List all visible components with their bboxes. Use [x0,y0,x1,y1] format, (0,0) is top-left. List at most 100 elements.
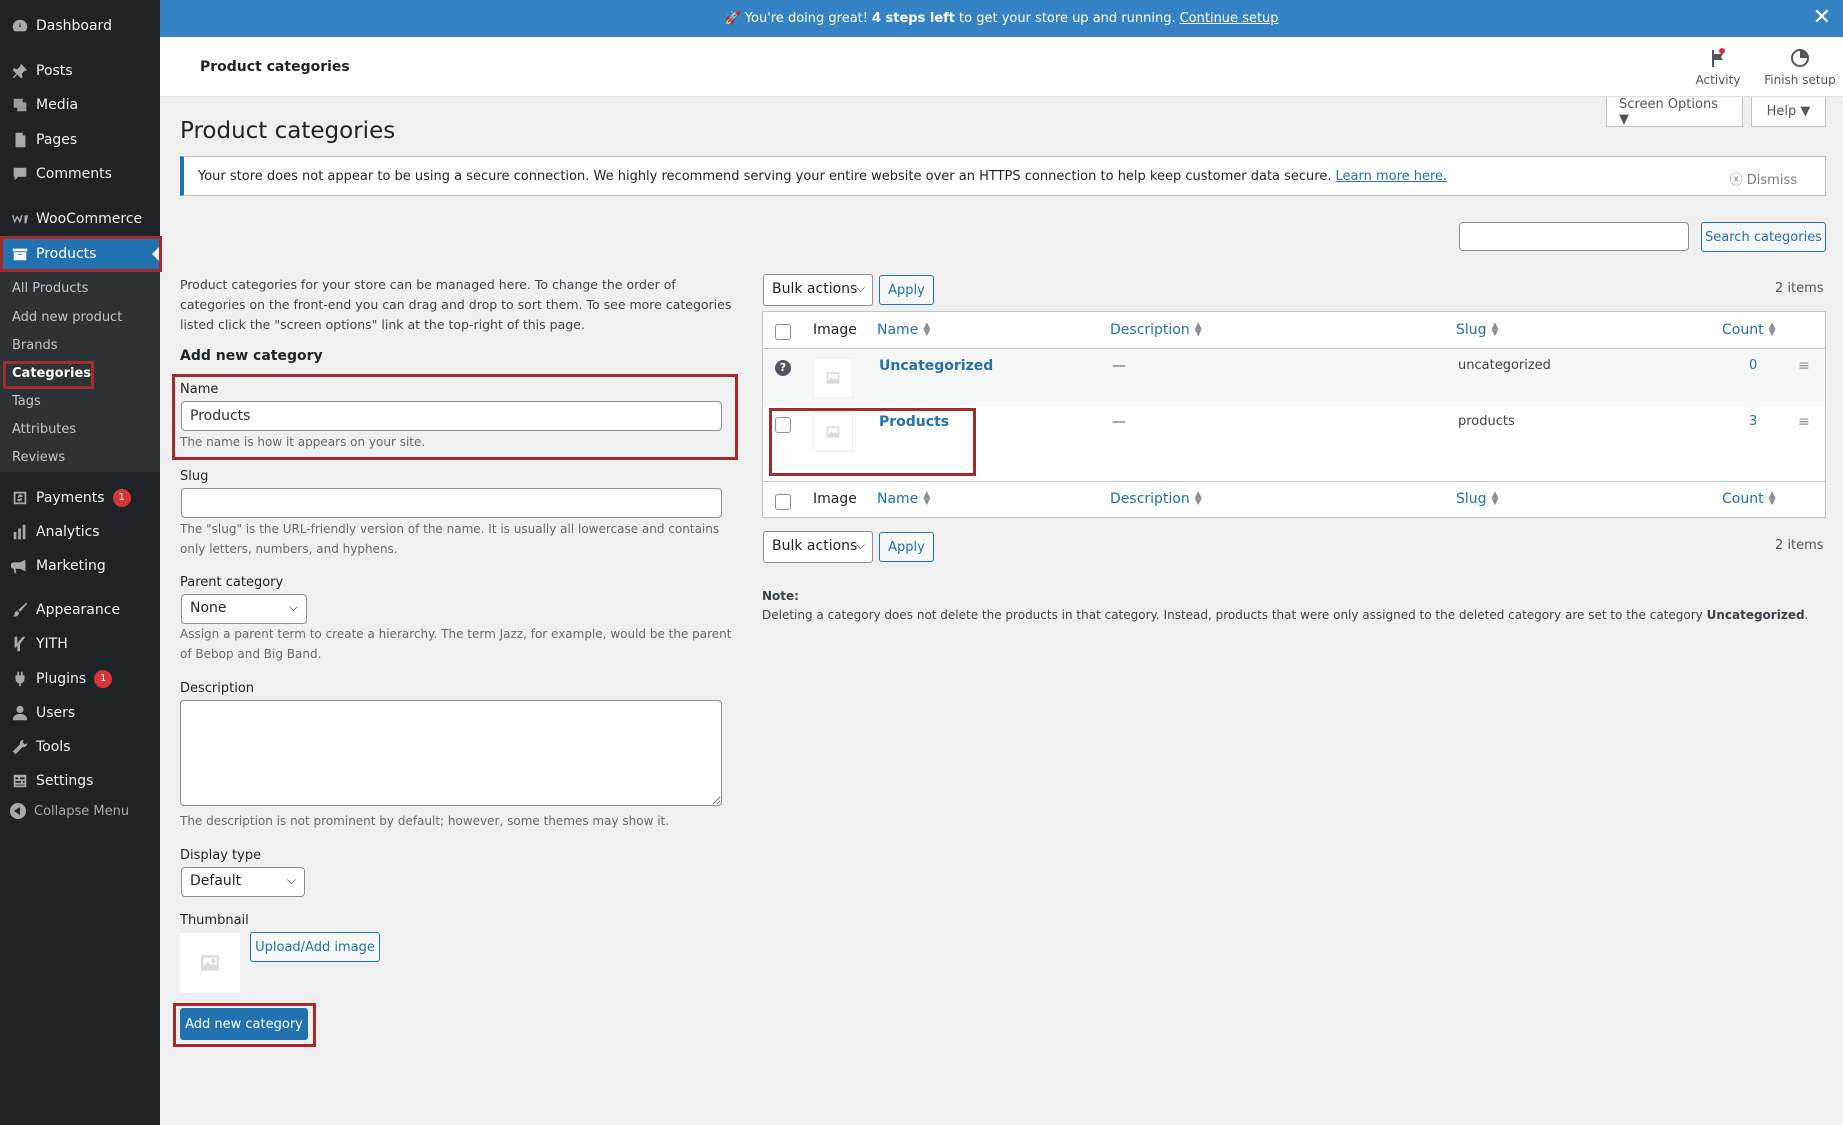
search-categories-button[interactable]: Search categories [1701,222,1826,252]
menu-yith[interactable]: YITH [0,627,160,661]
col-slug[interactable]: Slug ▲ ▼ [1456,321,1499,339]
menu-plugins[interactable]: Plugins 1 [0,662,160,696]
menu-label: Pages [36,132,78,148]
menu-dashboard[interactable]: Dashboard [0,9,160,43]
sort-icon: ▲ ▼ [923,321,931,338]
sort-icon: ▲ ▼ [1768,490,1776,507]
search-input[interactable] [1459,222,1689,251]
col-description[interactable]: Description ▲ ▼ [1110,322,1202,339]
table-header: Image Name ▲ ▼ Description ▲ ▼ Slug ▲ ▼ Count ▲… [763,312,1825,349]
description-label: Description [180,681,255,696]
menu-label: Marketing [36,558,106,574]
display-type-select[interactable]: Default ⌵ [181,867,305,897]
row-count-link[interactable]: 3 [1749,414,1757,429]
apply-button-bottom[interactable]: Apply [879,532,934,562]
slug-label: Slug [180,469,209,484]
row-checkbox[interactable] [775,417,791,433]
categories-table: Image Name ▲ ▼ Description ▲ ▼ Slug ▲ ▼ Count ▲… [762,311,1826,518]
menu-products[interactable]: Products [0,237,160,271]
menu-label: Analytics [36,524,100,540]
submenu-tags[interactable]: Tags [12,391,41,413]
pages-icon [10,130,30,150]
col-description-footer[interactable]: Description ▲ ▼ [1110,491,1202,508]
menu-label: Plugins [36,671,87,687]
collapse-icon [10,803,26,819]
parent-category-label: Parent category [180,575,284,590]
continue-setup-link[interactable]: Continue setup [1180,11,1279,26]
slug-input[interactable] [181,488,722,518]
col-count-footer[interactable]: Count ▲ ▼ [1722,490,1776,508]
col-count[interactable]: Count ▲ ▼ [1722,322,1776,339]
menu-marketing[interactable]: Marketing [0,549,160,583]
col-slug-label: Slug [1456,491,1487,507]
add-new-category-button[interactable]: Add new category [180,1008,308,1040]
menu-posts[interactable]: Posts [0,54,160,88]
upload-image-button[interactable]: Upload/Add image [250,932,380,962]
note-uncategorized: Uncategorized [1706,608,1805,622]
bulk-actions-select-bottom[interactable]: Bulk actions ⌵ [763,531,873,563]
table-row: Products — products 3 ≡ [763,406,1825,482]
drag-handle-icon[interactable]: ≡ [1798,414,1810,430]
menu-label: Settings [36,773,94,789]
note-body: Deleting a category does not delete the … [762,608,1703,622]
close-icon[interactable]: ✕ [1813,6,1831,30]
tools-icon [10,737,30,757]
screen-options-button[interactable]: Screen Options ▼ [1606,97,1743,127]
col-name-label: Name [877,322,919,338]
parent-category-select[interactable]: None ⌵ [181,594,307,624]
menu-tools[interactable]: Tools [0,730,160,764]
menu-settings[interactable]: Settings [0,764,160,798]
menu-comments[interactable]: Comments [0,157,160,191]
menu-payments[interactable]: Payments 1 [0,481,160,515]
submenu-categories[interactable]: Categories [12,363,91,385]
thumbnail-placeholder [180,933,240,993]
activity-button[interactable]: Activity [1678,47,1758,93]
thumbnail-label: Thumbnail [180,913,249,928]
submenu-attributes[interactable]: Attributes [12,419,76,441]
items-count-top: 2 items [1775,281,1824,296]
menu-users[interactable]: Users [0,696,160,730]
select-all-checkbox[interactable] [775,324,791,340]
col-slug-footer[interactable]: Slug ▲ ▼ [1456,491,1498,508]
apply-button-top[interactable]: Apply [879,275,934,305]
menu-label: Products [36,246,97,262]
col-name-footer[interactable]: Name ▲ ▼ [877,491,930,508]
submenu-brands[interactable]: Brands [12,335,58,357]
select-all-checkbox-footer[interactable] [775,494,791,510]
menu-woocommerce[interactable]: WooCommerce [0,202,160,236]
help-button[interactable]: Help ▼ [1751,97,1826,127]
header-title: Product categories [200,59,350,75]
banner-prefix: 🚀 You're doing great! [724,11,868,26]
sort-icon: ▲ ▼ [1491,321,1499,338]
description-textarea[interactable] [180,700,722,806]
menu-appearance[interactable]: Appearance [0,593,160,627]
row-name-link[interactable]: Uncategorized [879,358,993,374]
col-image: Image [813,322,857,338]
row-count-link[interactable]: 0 [1749,358,1757,373]
add-category-heading: Add new category [180,348,323,364]
menu-analytics[interactable]: Analytics [0,515,160,549]
products-submenu: All Products Add new product Brands Cate… [0,272,160,472]
bulk-actions-select-top[interactable]: Bulk actions ⌵ [763,274,873,306]
megaphone-icon [10,556,30,576]
collapse-menu-button[interactable]: Collapse Menu [10,803,129,819]
yith-icon [10,634,30,654]
submenu-reviews[interactable]: Reviews [12,447,65,469]
table-row: ? Uncategorized — uncategorized 0 ≡ [763,350,1825,406]
help-icon: ? [775,360,791,376]
menu-label: Tools [36,739,71,755]
submenu-add-new-product[interactable]: Add new product [12,307,122,329]
learn-more-link[interactable]: Learn more here. [1335,169,1447,184]
current-menu-arrow [152,246,160,262]
col-description-label: Description [1110,322,1190,338]
menu-media[interactable]: Media [0,88,160,122]
menu-label: Dashboard [36,18,112,34]
drag-handle-icon[interactable]: ≡ [1798,358,1810,374]
menu-pages[interactable]: Pages [0,123,160,157]
col-name[interactable]: Name ▲ ▼ [877,321,931,339]
submenu-all-products[interactable]: All Products [12,278,88,300]
dismiss-button[interactable]: ⓧ Dismiss [1730,169,1797,188]
name-input[interactable] [181,401,722,431]
row-name-link[interactable]: Products [879,414,949,430]
finish-setup-button[interactable]: Finish setup [1760,47,1840,93]
